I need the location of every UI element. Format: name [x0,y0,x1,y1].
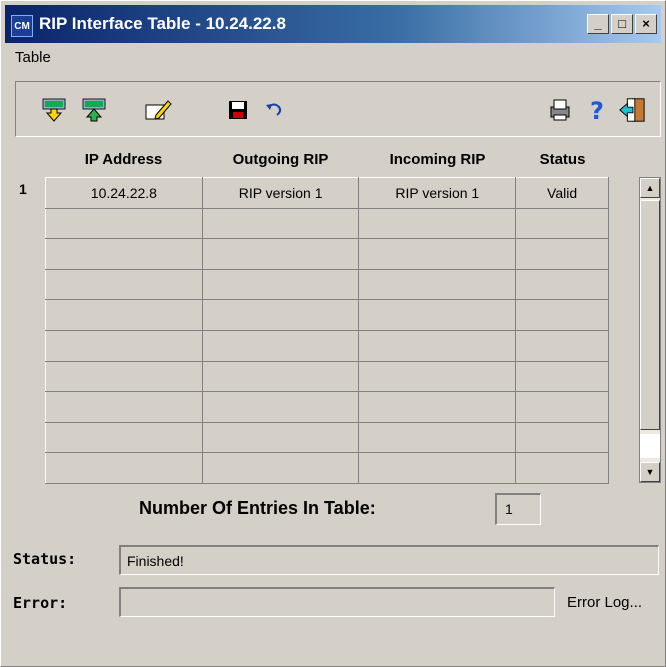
rip-table: 10.24.22.8 RIP version 1 RIP version 1 V… [45,177,609,484]
toolbar: ? [15,81,661,137]
empty-cell[interactable] [515,391,609,423]
table-row[interactable] [45,268,609,301]
empty-cell[interactable] [515,421,609,454]
table-row[interactable] [45,360,609,393]
column-ip-address: IP Address [84,151,163,168]
title-bar[interactable]: CM RIP Interface Table - 10.24.22.8 _ □ … [5,5,661,43]
title-buttons: _ □ × [587,14,657,34]
empty-cell[interactable] [45,360,203,393]
cell-outgoing[interactable]: RIP version 1 [201,177,360,209]
empty-cell[interactable] [45,391,203,423]
empty-cell[interactable] [358,238,517,270]
empty-cell[interactable] [358,329,517,362]
empty-cell[interactable] [515,207,609,240]
scroll-thumb[interactable] [640,200,660,430]
empty-cell[interactable] [358,391,517,423]
empty-cell[interactable] [515,268,609,301]
table-row[interactable] [45,421,609,454]
empty-cell[interactable] [45,238,203,270]
empty-cell[interactable] [201,360,360,393]
column-outgoing-rip: Outgoing RIP [232,151,329,168]
undo-icon[interactable] [260,96,288,124]
empty-cell[interactable] [45,452,203,484]
menu-bar: Table [15,49,51,66]
table-row[interactable] [45,238,609,270]
table-row[interactable] [45,329,609,362]
scroll-up-button[interactable]: ▲ [640,178,660,198]
svg-text:?: ? [590,97,604,123]
error-label: Error: [13,594,68,612]
empty-cell[interactable] [358,207,517,240]
download-icon[interactable] [40,96,68,124]
vertical-scrollbar[interactable]: ▲ ▼ [639,177,661,483]
empty-cell[interactable] [45,299,203,331]
minimize-button[interactable]: _ [587,14,609,34]
save-icon[interactable] [224,96,252,124]
upload-icon[interactable] [80,96,108,124]
exit-icon[interactable] [618,96,646,124]
table-row[interactable] [45,391,609,423]
status-field: Finished! [119,545,659,575]
empty-cell[interactable] [358,268,517,301]
empty-cell[interactable] [45,329,203,362]
empty-cell[interactable] [515,238,609,270]
scroll-track[interactable] [640,434,660,458]
status-label: Status: [13,550,77,568]
column-status: Status [539,151,586,168]
empty-cell[interactable] [515,360,609,393]
empty-cell[interactable] [201,299,360,331]
table-row[interactable]: 10.24.22.8 RIP version 1 RIP version 1 V… [45,177,609,209]
window-title: RIP Interface Table - 10.24.22.8 [39,14,286,33]
rip-interface-window: CM RIP Interface Table - 10.24.22.8 _ □ … [0,0,666,667]
column-incoming-rip: Incoming RIP [389,151,486,168]
table-row[interactable] [45,452,609,484]
empty-cell[interactable] [201,452,360,484]
entries-label: Number Of Entries In Table: [139,498,376,518]
row-number: 1 [19,181,27,197]
empty-cell[interactable] [45,268,203,301]
cell-status[interactable]: Valid [515,177,609,209]
empty-cell[interactable] [515,299,609,331]
empty-cell[interactable] [358,360,517,393]
entries-count-field: 1 [495,493,541,525]
empty-cell[interactable] [201,329,360,362]
empty-cell[interactable] [358,421,517,454]
empty-cell[interactable] [515,329,609,362]
error-field [119,587,555,617]
edit-icon[interactable] [144,96,172,124]
scroll-down-button[interactable]: ▼ [640,462,660,482]
help-icon[interactable]: ? [582,96,610,124]
close-button[interactable]: × [635,14,657,34]
empty-cell[interactable] [45,207,203,240]
cell-ip[interactable]: 10.24.22.8 [45,177,203,209]
table-row[interactable] [45,299,609,331]
empty-cell[interactable] [358,452,517,484]
empty-cell[interactable] [201,391,360,423]
empty-cell[interactable] [201,238,360,270]
app-icon: CM [11,15,33,37]
print-icon[interactable] [546,96,574,124]
empty-cell[interactable] [201,268,360,301]
cell-incoming[interactable]: RIP version 1 [358,177,517,209]
empty-cell[interactable] [515,452,609,484]
error-log-link[interactable]: Error Log... [567,594,642,611]
empty-cell[interactable] [201,207,360,240]
menu-table[interactable]: Table [15,49,51,66]
empty-cell[interactable] [45,421,203,454]
empty-cell[interactable] [358,299,517,331]
empty-cell[interactable] [201,421,360,454]
maximize-button[interactable]: □ [611,14,633,34]
table-row[interactable] [45,207,609,240]
